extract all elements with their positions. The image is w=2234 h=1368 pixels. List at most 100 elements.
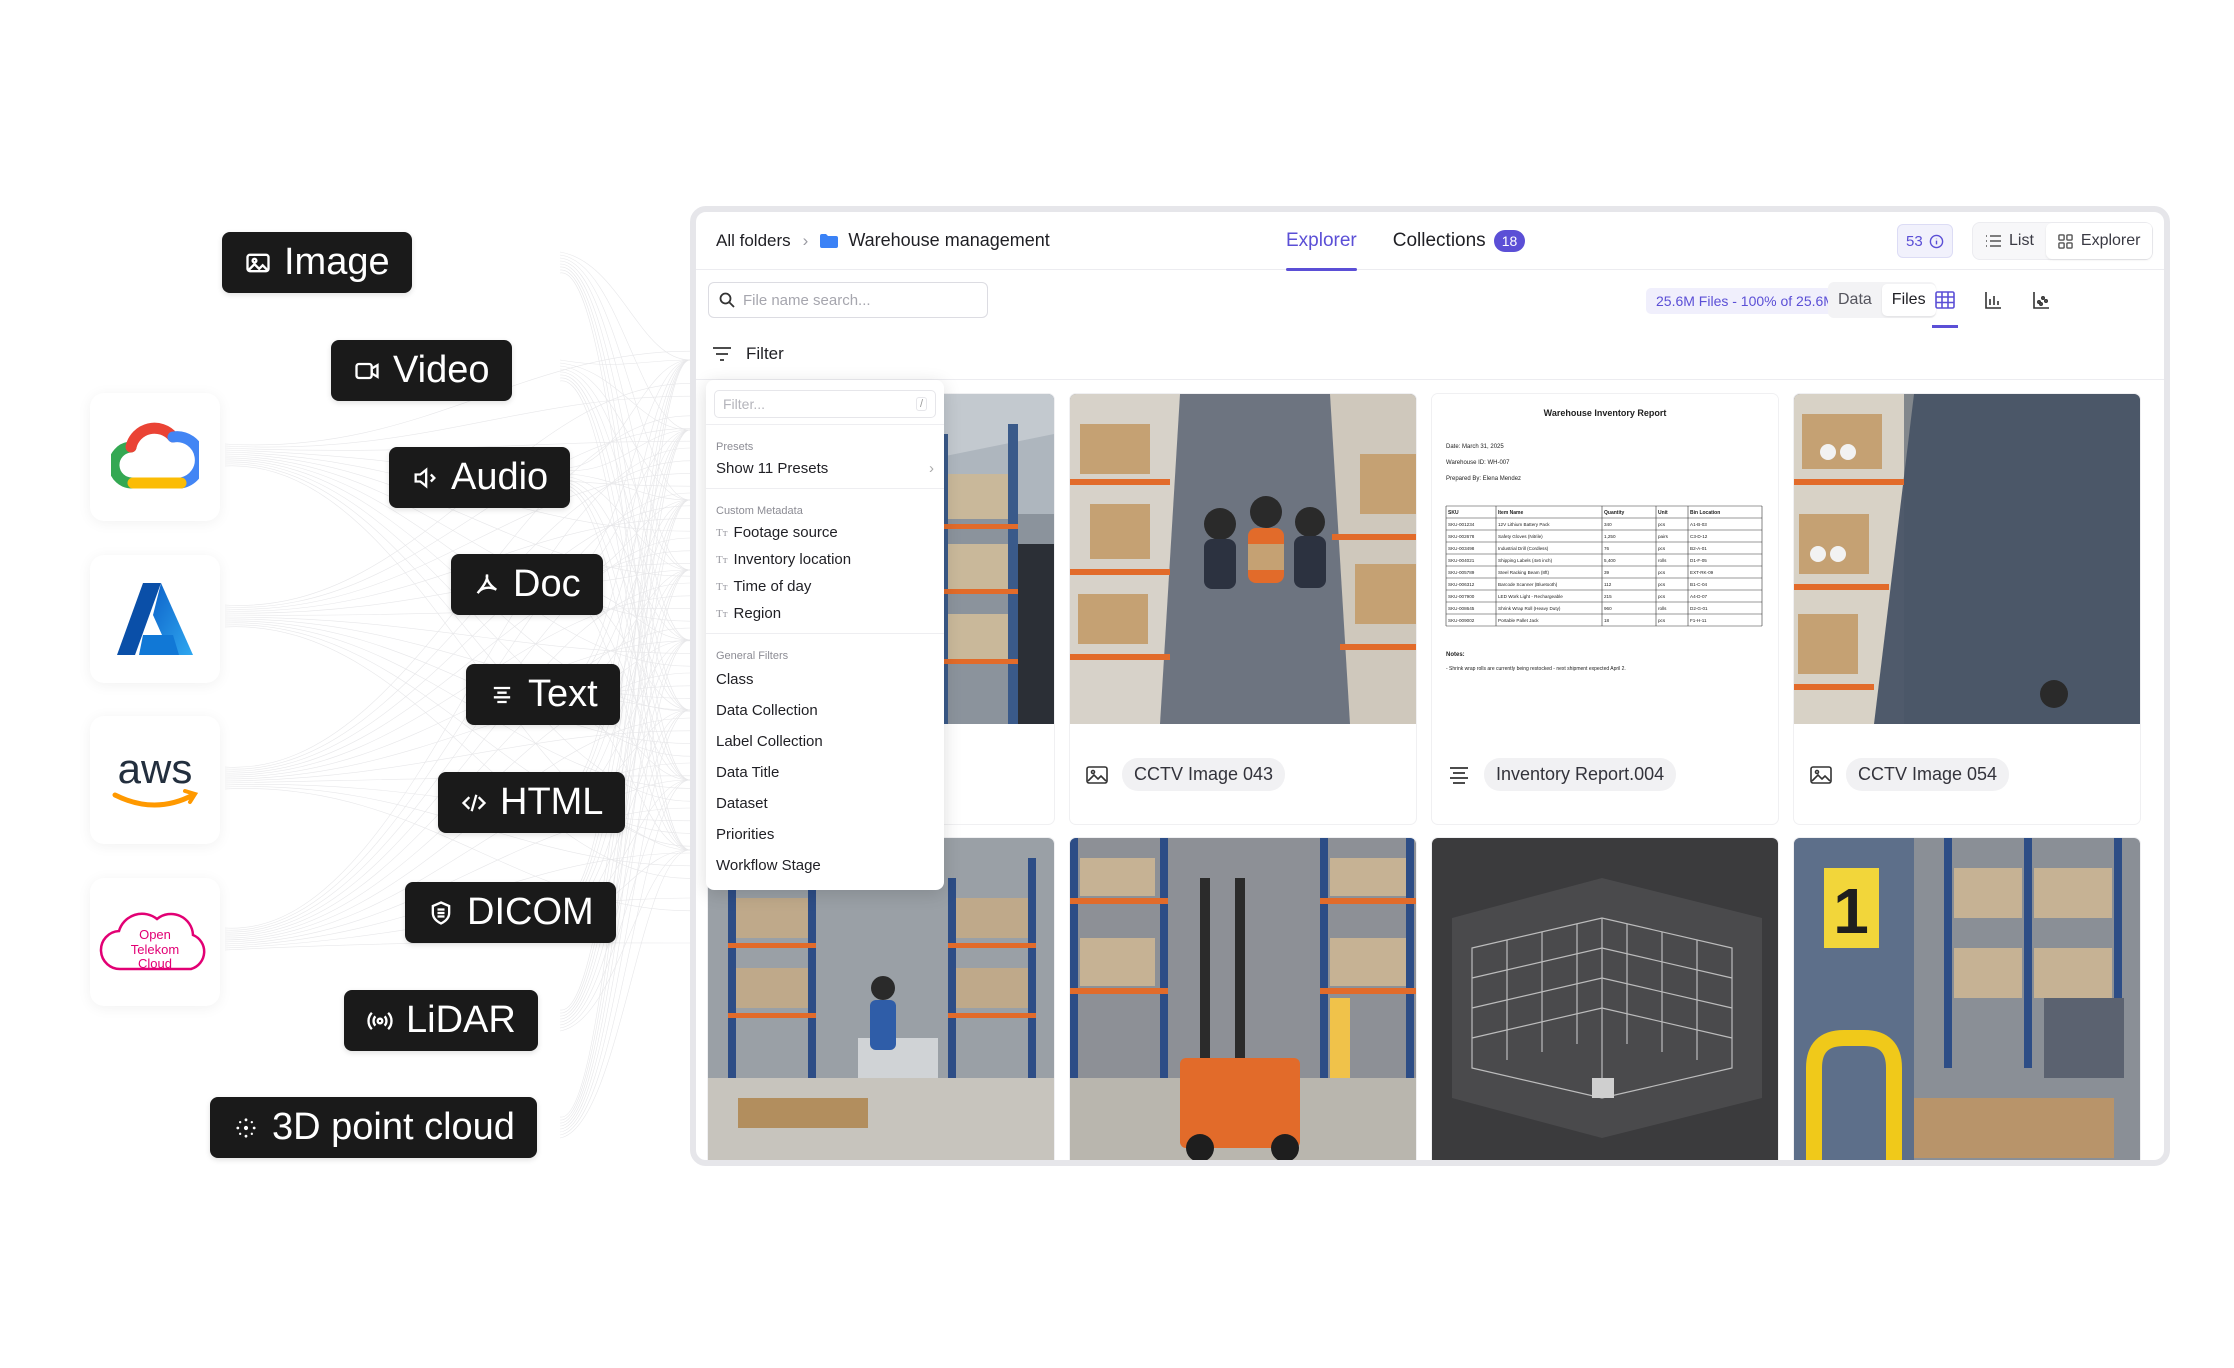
view-switcher: List Explorer [1972, 222, 2154, 260]
report-text: 18 [1604, 618, 1610, 623]
report-text: Warehouse Inventory Report [1544, 408, 1667, 418]
custom-metadata-label: Footage source [733, 524, 838, 541]
breadcrumb-current[interactable]: Warehouse management [820, 230, 1050, 251]
report-text: SKU-005789 [1448, 570, 1475, 575]
format-pill-text[interactable]: Text [466, 664, 620, 725]
report-text: 1,250 [1604, 534, 1616, 539]
cloud-card-open-telekom: Open Telekom Cloud [90, 878, 220, 1006]
point-cloud-icon [236, 1117, 256, 1138]
card-title: Inventory Report.004 [1484, 758, 1677, 791]
cloud-card-azure [90, 555, 220, 683]
report-text: Portable Pallet Jack [1498, 618, 1539, 623]
format-pill-dicom[interactable]: DICOM [405, 882, 616, 943]
azure-logo [117, 583, 193, 655]
svg-text:1: 1 [1833, 875, 1869, 947]
general-filter-item[interactable]: Priorities [706, 819, 944, 850]
file-card[interactable]: 1 [1794, 838, 2140, 1160]
format-pill-point-cloud[interactable]: 3D point cloud [210, 1097, 537, 1158]
scatter-icon [2033, 292, 2049, 309]
tab-explorer[interactable]: Explorer [1286, 212, 1357, 271]
mode-data-button[interactable]: Data [1828, 284, 1882, 316]
format-pill-label: DICOM [467, 891, 594, 933]
file-card[interactable] [1070, 838, 1416, 1160]
report-text: Date: March 31, 2025 [1446, 444, 1504, 450]
view-list-button[interactable]: List [1973, 223, 2046, 259]
chart-view-button[interactable] [1976, 284, 2010, 316]
file-card[interactable] [1432, 838, 1778, 1160]
report-text: SKU [1448, 510, 1459, 516]
general-filters-heading: General Filters [716, 650, 789, 662]
report-text: Steel Racking Beam (8ft) [1498, 570, 1550, 575]
report-text: Industrial Drill (Cordless) [1498, 546, 1549, 551]
report-text: 960 [1604, 606, 1612, 611]
item-count-badge[interactable]: 53 [1897, 224, 1953, 258]
view-explorer-label: Explorer [2080, 232, 2141, 249]
general-filter-item[interactable]: Class [706, 664, 944, 695]
custom-metadata-label: Region [733, 605, 782, 622]
custom-metadata-item[interactable]: Tт Region [706, 600, 944, 627]
tab-collections[interactable]: Collections 18 [1393, 212, 1526, 270]
svg-text:aws: aws [118, 745, 193, 792]
format-pill-audio[interactable]: Audio [389, 447, 571, 508]
code-icon [461, 794, 487, 811]
cloud-card-aws: aws [90, 716, 220, 844]
audio-icon [414, 466, 436, 489]
report-text: Warehouse ID: WH-007 [1446, 460, 1510, 466]
svg-text:Telekom: Telekom [131, 942, 179, 957]
report-text: pcs [1658, 522, 1666, 527]
search-icon [719, 292, 735, 308]
format-pill-image[interactable]: Image [222, 232, 412, 293]
custom-metadata-label: Inventory location [733, 551, 852, 568]
table-view-button[interactable] [1928, 284, 1962, 328]
custom-metadata-item[interactable]: Tт Inventory location [706, 546, 944, 573]
custom-metadata-item[interactable]: Tт Footage source [706, 519, 944, 546]
format-pill-label: Doc [513, 563, 581, 605]
custom-metadata-item[interactable]: Tт Time of day [706, 573, 944, 600]
format-pill-html[interactable]: HTML [438, 772, 626, 833]
report-text: SKU-001234 [1448, 522, 1475, 527]
report-text: B2-A-01 [1690, 546, 1707, 551]
connector-line [224, 595, 691, 776]
filter-search-input[interactable]: Filter... / [714, 390, 936, 418]
filter-bar[interactable]: Filter [696, 328, 2164, 380]
format-pill-label: Video [393, 349, 490, 391]
slash-shortcut-icon: / [915, 397, 927, 411]
connector-line [559, 359, 691, 365]
aws-logo: aws [112, 745, 199, 808]
report-text: - Shrink wrap rolls are currently being … [1446, 666, 1626, 672]
report-text: SKU-009002 [1448, 618, 1475, 623]
dicom-icon [431, 900, 451, 925]
report-text: rolls [1658, 606, 1667, 611]
format-pill-label: Image [284, 241, 390, 283]
filter-input-placeholder: Filter... [723, 396, 766, 412]
general-filter-item[interactable]: Data Title [706, 757, 944, 788]
file-card[interactable]: CCTV Image 043 [1070, 394, 1416, 824]
search-box[interactable] [708, 282, 988, 318]
custom-metadata-heading: Custom Metadata [716, 505, 803, 517]
cctv-photo [1070, 394, 1416, 724]
report-text: SKU-006312 [1448, 582, 1475, 587]
format-pill-video[interactable]: Video [331, 340, 512, 401]
report-text: rolls [1658, 558, 1667, 563]
svg-text:Open: Open [139, 927, 171, 942]
general-filter-item[interactable]: Dataset [706, 788, 944, 819]
general-filter-item[interactable]: Data Collection [706, 695, 944, 726]
general-filter-item[interactable]: Workflow Stage [706, 850, 944, 881]
format-pill-lidar[interactable]: LiDAR [344, 990, 538, 1051]
layout-icons [1928, 284, 2058, 328]
scatter-view-button[interactable] [2024, 284, 2058, 316]
format-pill-doc[interactable]: Doc [451, 554, 603, 615]
breadcrumb-root[interactable]: All folders [716, 231, 791, 251]
search-input[interactable] [743, 291, 963, 309]
format-pill-label: Text [528, 673, 598, 715]
report-text: A4-D-07 [1690, 594, 1708, 599]
show-presets-label: Show 11 Presets [716, 460, 829, 477]
report-text: C3-D-12 [1690, 534, 1708, 539]
view-explorer-button[interactable]: Explorer [2045, 223, 2153, 259]
file-card[interactable]: Warehouse Inventory Report Date: March 31… [1432, 394, 1778, 824]
document-preview: Warehouse Inventory Report Date: March 31… [1432, 394, 1778, 724]
general-filter-item[interactable]: Label Collection [706, 726, 944, 757]
file-card[interactable]: CCTV Image 054 [1794, 394, 2140, 824]
cloud-card-google [90, 393, 220, 521]
show-presets-item[interactable]: Show 11 Presets › [706, 455, 944, 482]
